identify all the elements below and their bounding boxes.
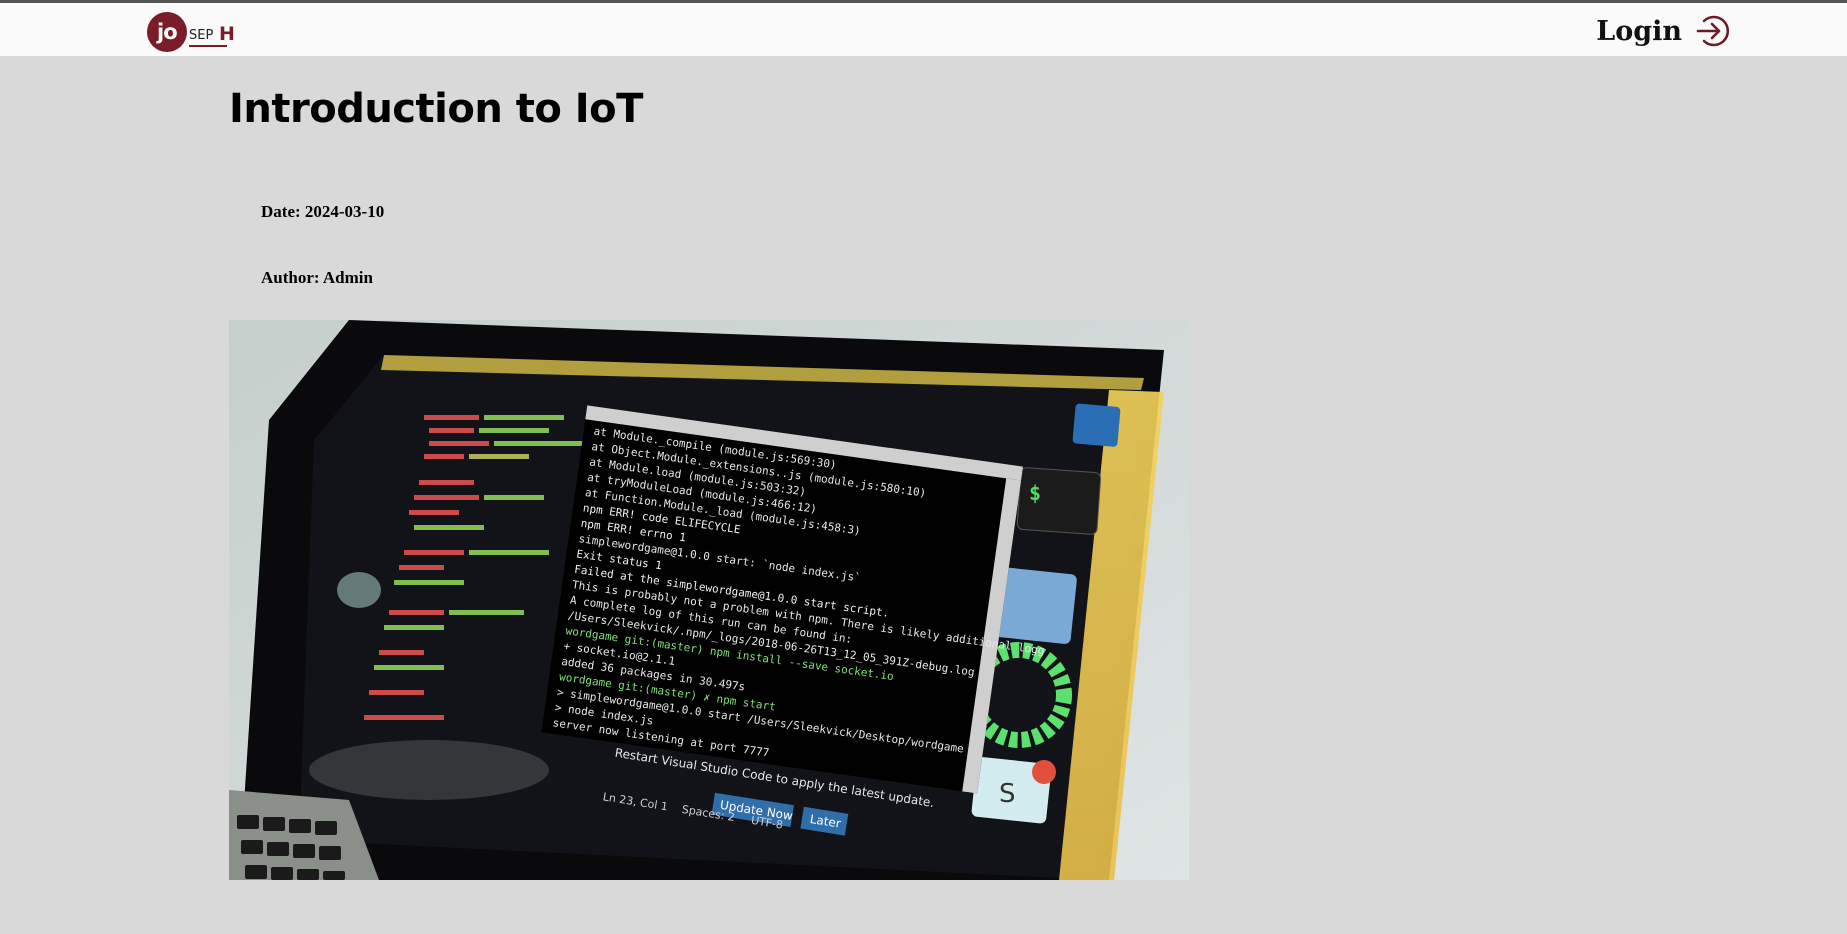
laptop-code-image: $ S at Module._compile (module.js:569:30…	[229, 320, 1189, 880]
joseph-logo[interactable]: jo SEP H	[147, 12, 237, 52]
logo-text-jo: jo	[157, 20, 178, 44]
page-title: Introduction to IoT	[229, 86, 643, 132]
svg-text:$: $	[1029, 481, 1041, 505]
login-button[interactable]: Login	[1596, 13, 1730, 49]
logo-text-sep: SEP	[189, 28, 214, 43]
logo-underline	[189, 45, 227, 47]
svg-text:S: S	[999, 779, 1016, 809]
login-arrow-circle-icon	[1696, 15, 1730, 47]
logo-text-h: H	[219, 23, 235, 45]
article-hero-image: $ S at Module._compile (module.js:569:30…	[229, 320, 1189, 880]
login-label: Login	[1596, 15, 1682, 47]
post-date: Date: 2024-03-10	[261, 202, 385, 221]
navbar: jo SEP H Login	[0, 3, 1847, 56]
post-author: Author: Admin	[261, 268, 373, 287]
